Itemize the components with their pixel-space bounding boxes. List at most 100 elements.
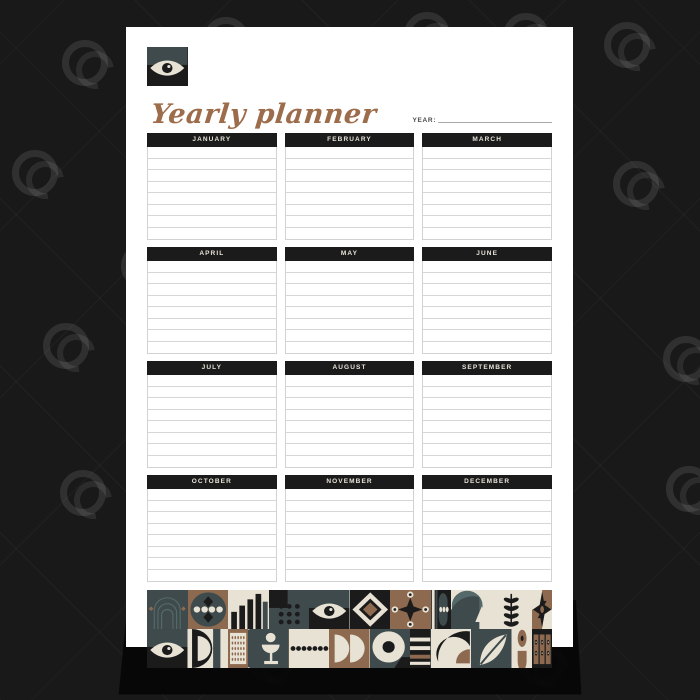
rule-line[interactable] <box>423 501 551 512</box>
rule-line[interactable] <box>148 319 276 330</box>
rule-line[interactable] <box>148 444 276 456</box>
rule-line[interactable] <box>148 228 276 240</box>
rule-line[interactable] <box>423 512 551 524</box>
rule-line[interactable] <box>148 216 276 228</box>
rule-line[interactable] <box>148 170 276 182</box>
month-write-area[interactable] <box>147 489 277 582</box>
rule-line[interactable] <box>148 558 276 570</box>
year-field[interactable]: YEAR: <box>412 117 552 128</box>
rule-line[interactable] <box>423 433 551 444</box>
rule-line[interactable] <box>285 375 414 387</box>
rule-line[interactable] <box>423 456 551 468</box>
rule-line[interactable] <box>285 296 414 307</box>
rule-line[interactable] <box>285 307 414 319</box>
month-write-area[interactable] <box>147 147 277 240</box>
rule-line[interactable] <box>285 433 414 444</box>
rule-line[interactable] <box>423 558 551 570</box>
rule-line[interactable] <box>423 524 551 535</box>
rule-line[interactable] <box>285 547 414 558</box>
rule-line[interactable] <box>423 147 551 159</box>
rule-line[interactable] <box>285 558 414 570</box>
rule-line[interactable] <box>423 205 551 216</box>
rule-line[interactable] <box>148 182 276 193</box>
rule-line[interactable] <box>148 547 276 558</box>
month-write-area[interactable] <box>147 261 277 354</box>
rule-line[interactable] <box>423 444 551 456</box>
rule-line[interactable] <box>423 159 551 170</box>
rule-line[interactable] <box>423 489 551 501</box>
month-write-area[interactable] <box>284 489 415 582</box>
rule-line[interactable] <box>148 330 276 342</box>
rule-line[interactable] <box>148 387 276 398</box>
rule-line[interactable] <box>285 398 414 410</box>
rule-line[interactable] <box>148 307 276 319</box>
rule-line[interactable] <box>423 387 551 398</box>
rule-line[interactable] <box>148 284 276 296</box>
rule-line[interactable] <box>423 421 551 433</box>
rule-line[interactable] <box>286 456 414 468</box>
rule-line[interactable] <box>148 342 276 354</box>
rule-line[interactable] <box>285 193 414 205</box>
rule-line[interactable] <box>423 228 551 240</box>
rule-line[interactable] <box>285 421 414 433</box>
rule-line[interactable] <box>423 547 551 558</box>
rule-line[interactable] <box>423 216 551 228</box>
rule-line[interactable] <box>148 193 276 205</box>
year-input-rule[interactable] <box>438 122 552 123</box>
rule-line[interactable] <box>285 284 414 296</box>
rule-line[interactable] <box>285 330 414 342</box>
rule-line[interactable] <box>148 512 276 524</box>
rule-line[interactable] <box>285 524 414 535</box>
rule-line[interactable] <box>148 456 276 468</box>
rule-line[interactable] <box>148 421 276 433</box>
rule-line[interactable] <box>285 159 414 170</box>
rule-line[interactable] <box>148 296 276 307</box>
rule-line[interactable] <box>423 319 551 330</box>
rule-line[interactable] <box>285 410 414 421</box>
rule-line[interactable] <box>148 535 276 547</box>
rule-line[interactable] <box>285 444 414 456</box>
month-write-area[interactable] <box>284 261 415 354</box>
rule-line[interactable] <box>423 375 551 387</box>
rule-line[interactable] <box>423 330 551 342</box>
rule-line[interactable] <box>286 570 414 582</box>
rule-line[interactable] <box>423 570 551 582</box>
rule-line[interactable] <box>423 193 551 205</box>
month-write-area[interactable] <box>422 375 552 468</box>
rule-line[interactable] <box>148 410 276 421</box>
rule-line[interactable] <box>285 216 414 228</box>
rule-line[interactable] <box>148 375 276 387</box>
month-write-area[interactable] <box>422 489 552 582</box>
rule-line[interactable] <box>148 205 276 216</box>
rule-line[interactable] <box>148 501 276 512</box>
rule-line[interactable] <box>285 273 414 284</box>
rule-line[interactable] <box>148 433 276 444</box>
rule-line[interactable] <box>423 273 551 284</box>
rule-line[interactable] <box>423 284 551 296</box>
rule-line[interactable] <box>148 524 276 535</box>
rule-line[interactable] <box>423 307 551 319</box>
month-write-area[interactable] <box>147 375 277 468</box>
rule-line[interactable] <box>148 489 276 501</box>
rule-line[interactable] <box>285 205 414 216</box>
month-write-area[interactable] <box>422 261 552 354</box>
rule-line[interactable] <box>423 296 551 307</box>
rule-line[interactable] <box>423 398 551 410</box>
month-write-area[interactable] <box>422 147 552 240</box>
rule-line[interactable] <box>148 273 276 284</box>
rule-line[interactable] <box>285 501 414 512</box>
rule-line[interactable] <box>423 410 551 421</box>
rule-line[interactable] <box>285 147 414 159</box>
rule-line[interactable] <box>423 535 551 547</box>
rule-line[interactable] <box>285 489 414 501</box>
rule-line[interactable] <box>286 228 414 240</box>
rule-line[interactable] <box>423 182 551 193</box>
rule-line[interactable] <box>285 319 414 330</box>
rule-line[interactable] <box>148 398 276 410</box>
rule-line[interactable] <box>423 342 551 354</box>
rule-line[interactable] <box>285 182 414 193</box>
rule-line[interactable] <box>148 159 276 170</box>
rule-line[interactable] <box>148 261 276 273</box>
rule-line[interactable] <box>423 261 551 273</box>
month-write-area[interactable] <box>284 375 415 468</box>
